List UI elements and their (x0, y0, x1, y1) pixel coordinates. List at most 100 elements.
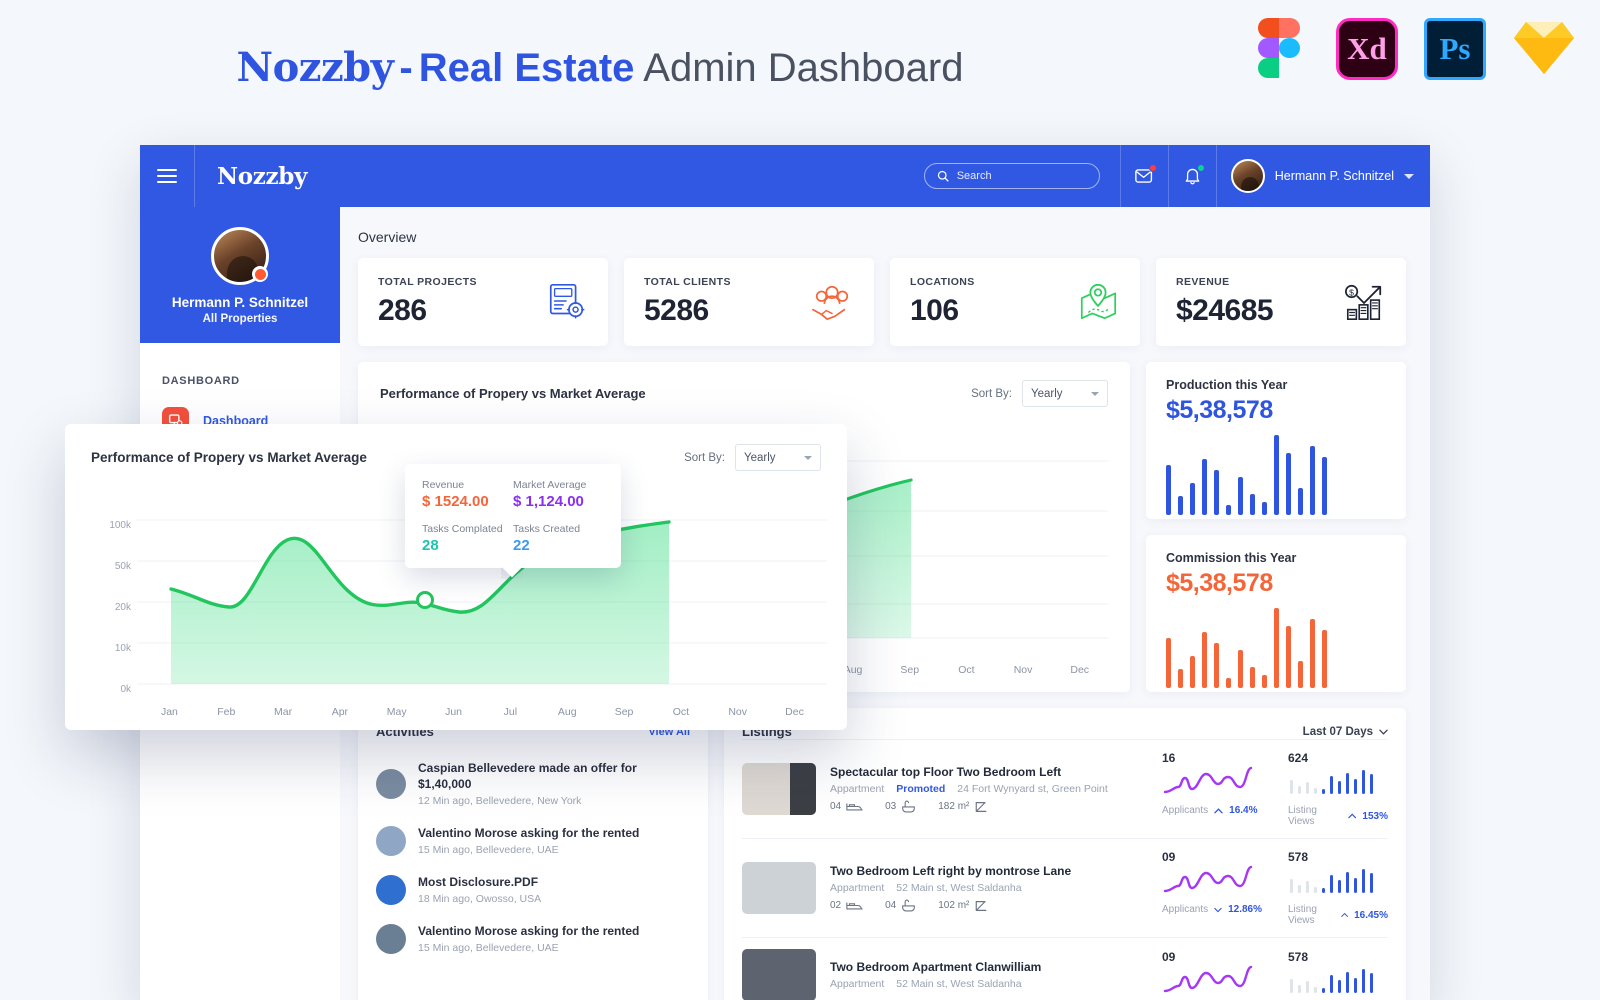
sort-by-select[interactable]: Yearly (1022, 380, 1108, 407)
activity-text: Most Disclosure.PDF (418, 875, 539, 889)
tooltip-revenue-label: Revenue (422, 479, 465, 491)
search-input[interactable]: Search (923, 163, 1100, 189)
top-navbar: Nozzby Search Hermann P. Schnitzel (140, 145, 1430, 207)
production-title: Production this Year (1166, 378, 1288, 392)
applicants-pct: 16.4% (1229, 805, 1258, 816)
applicants-sparkline (1163, 965, 1253, 992)
profile-name: Hermann P. Schnitzel (1274, 169, 1394, 183)
production-card: Production this Year $5,38,578 (1146, 362, 1406, 519)
chevron-down-icon (1404, 173, 1414, 179)
list-item[interactable]: Valentino Morose asking for the rented 1… (376, 816, 690, 865)
x-tick: Nov (728, 706, 748, 718)
stat-label: TOTAL PROJECTS (378, 276, 477, 288)
listing-stats: 16 Applicants 16.4% 624 Listing Views 15… (1162, 751, 1388, 827)
stat-value: 286 (378, 294, 427, 327)
float-sort-by-label: Sort By: (684, 451, 725, 464)
sort-by-label: Sort By: (971, 387, 1012, 400)
x-tick: Mar (274, 706, 293, 718)
listing-type: Appartment (830, 978, 885, 990)
profile-menu[interactable]: Hermann P. Schnitzel (1215, 145, 1430, 207)
float-sort-control: Sort By: Yearly (684, 444, 821, 471)
views-sparkline (1290, 869, 1373, 893)
bed-icon (846, 902, 863, 910)
verified-badge-icon (252, 266, 268, 282)
stat-card-revenue[interactable]: REVENUE $24685 $ (1156, 258, 1406, 346)
app-logo[interactable]: Nozzby (195, 163, 440, 190)
list-item[interactable]: Most Disclosure.PDF 18 Min ago, Owosso, … (376, 865, 690, 914)
listing-stats: 09 Applicants 12.86% 578 Listing Views 1… (1162, 850, 1388, 926)
listings-range-label: Last 07 Days (1302, 725, 1373, 738)
avatar (376, 825, 406, 856)
floating-performance-chart-card: Performance of Propery vs Market Average… (65, 424, 847, 730)
hamburger-menu-button[interactable] (140, 145, 195, 207)
chart-highlight-point[interactable] (416, 591, 434, 609)
listing-features: 04 03 182 m² (830, 800, 1148, 814)
listing-address: 52 Main st, West Saldanha (896, 881, 1022, 894)
listing-meta: Two Bedroom Left right by montrose Lane … (830, 864, 1148, 913)
app-logo-text: Nozzby (217, 162, 308, 190)
list-item[interactable]: Valentino Morose asking for the rented 1… (376, 914, 690, 963)
applicants-count: 09 (1162, 850, 1176, 864)
area-icon (976, 801, 987, 812)
tooltip-arrow (501, 567, 523, 579)
production-value: $5,38,578 (1166, 396, 1273, 424)
document-gear-icon (549, 283, 585, 319)
avatar (376, 874, 406, 905)
messages-badge (1148, 164, 1157, 172)
stat-card-total-clients[interactable]: TOTAL CLIENTS 5286 (624, 258, 874, 346)
stat-card-total-projects[interactable]: TOTAL PROJECTS 286 (358, 258, 608, 346)
listing-stats: 09 578 (1162, 950, 1388, 1000)
views-stat: 578 (1288, 950, 1388, 1000)
chart-sort-control: Sort By: Yearly (971, 380, 1108, 407)
listing-thumbnail (742, 862, 816, 914)
stat-value: $24685 (1176, 294, 1274, 327)
tooltip-grid: Revenue $ 1524.00 Market Average $ 1,124… (422, 479, 604, 554)
area-icon (976, 900, 987, 911)
bottom-row: Activities View All Caspian Bellevedere … (358, 708, 1406, 1000)
listing-subtitle: Appartment 52 Main st, West Saldanha (830, 882, 1148, 894)
messages-button[interactable] (1119, 145, 1168, 207)
sidebar-user-name: Hermann P. Schnitzel (171, 295, 309, 310)
arrow-up-icon (1348, 813, 1357, 819)
activity-meta: 15 Min ago, Bellevedere, UAE (418, 942, 559, 954)
tooltip-tasks-created-value: 22 (513, 537, 530, 554)
activity-meta: 18 Min ago, Owosso, USA (418, 893, 542, 905)
sidebar-avatar (211, 227, 269, 285)
activity-text: Valentino Morose asking for the rented (418, 826, 640, 840)
views-count: 578 (1288, 850, 1309, 864)
listing-type: Appartment (830, 782, 885, 795)
production-bars (1166, 435, 1386, 515)
photoshop-icon: Ps (1424, 18, 1486, 80)
views-count: 624 (1288, 751, 1309, 765)
tooltip-market-value: $ 1,124.00 (513, 493, 584, 510)
avatar (1230, 159, 1265, 193)
float-sort-by-value: Yearly (744, 451, 776, 464)
applicants-count: 16 (1162, 751, 1176, 765)
table-row[interactable]: Two Bedroom Apartment Clanwilliam Appart… (742, 937, 1388, 1000)
float-sort-by-select[interactable]: Yearly (735, 444, 821, 471)
table-row[interactable]: Two Bedroom Left right by montrose Lane … (742, 838, 1388, 937)
chart-tooltip: Revenue $ 1524.00 Market Average $ 1,124… (405, 464, 621, 568)
listing-baths: 03 (885, 800, 916, 813)
sketch-icon (1512, 18, 1574, 80)
money-growth-icon: $ (1345, 284, 1382, 320)
applicants-label: Applicants (1162, 904, 1209, 915)
chart-header: Performance of Propery vs Market Average… (380, 380, 1108, 407)
notifications-button[interactable] (1167, 145, 1216, 207)
stat-card-locations[interactable]: LOCATIONS 106 (890, 258, 1140, 346)
promo-brand: Nozzby (236, 44, 394, 91)
stat-label: REVENUE (1176, 276, 1230, 288)
views-pct: 153% (1362, 810, 1388, 822)
table-row[interactable]: Spectacular top Floor Two Bedroom Left A… (742, 739, 1388, 838)
sort-by-value: Yearly (1031, 387, 1063, 400)
search-placeholder: Search (956, 170, 992, 182)
listing-features: 02 04 102 m² (830, 899, 1148, 913)
chevron-down-icon (1379, 729, 1388, 735)
listings-range-selector[interactable]: Last 07 Days (1303, 726, 1388, 738)
list-item[interactable]: Caspian Bellevedere made an offer for $1… (376, 751, 690, 816)
stat-label: LOCATIONS (910, 276, 975, 288)
arrow-up-icon (1341, 912, 1348, 917)
listing-subtitle: Appartment 52 Main st, West Saldanha (830, 978, 1148, 990)
tooltip-tasks-created-label: Tasks Created (513, 523, 581, 535)
views-label: Listing Views (1288, 805, 1317, 827)
